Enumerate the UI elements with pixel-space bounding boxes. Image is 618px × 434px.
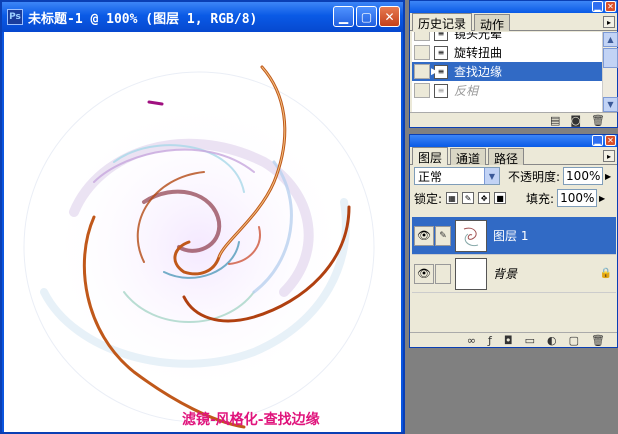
lock-transparent-icon[interactable]: ▦	[446, 192, 459, 204]
new-group-icon[interactable]: ▭	[525, 334, 535, 347]
history-state-arrow-icon: ▶	[431, 66, 438, 77]
blend-mode-select[interactable]: 正常 ▼	[414, 167, 500, 185]
history-step-icon: ≡	[434, 32, 448, 41]
history-source-checkbox[interactable]	[414, 32, 430, 41]
chevron-down-icon[interactable]: ▼	[484, 168, 499, 184]
layers-palette: ▁ ✕ 图层 通道 路径 ▸ 正常 ▼ 不透明度: 100% ▶ 锁定: ▦ ✎…	[409, 134, 618, 348]
new-layer-icon[interactable]: ▢	[569, 334, 579, 347]
snapshot-camera-icon[interactable]: ◙	[570, 114, 581, 127]
photoshop-icon: Ps	[7, 9, 23, 25]
fill-label: 填充:	[526, 191, 555, 206]
layer-thumbnail	[455, 219, 487, 252]
layers-footer: ∞ ƒ ◘ ▭ ◐ ▢ 🗑	[410, 332, 617, 347]
history-item[interactable]: ≡ 镜头光晕	[412, 32, 603, 43]
adjustment-layer-icon[interactable]: ◐	[547, 334, 557, 347]
document-window: Ps 未标题-1 @ 100% (图层 1, RGB/8) ▁ ▢ ✕ 滤镜-风…	[0, 0, 405, 434]
layer-name: 背景	[493, 267, 518, 281]
layers-tabs: 图层 通道 路径 ▸	[410, 147, 617, 166]
history-source-checkbox[interactable]	[414, 45, 430, 60]
document-title: 未标题-1 @ 100% (图层 1, RGB/8)	[28, 11, 258, 27]
layer-row-background[interactable]: 👁 背景 🔒	[412, 255, 616, 293]
layers-palette-header[interactable]: ▁ ✕	[410, 135, 617, 147]
swirl-artwork	[23, 65, 375, 429]
lock-label: 锁定:	[414, 191, 443, 206]
canvas[interactable]	[4, 32, 401, 432]
palette-minimize-button[interactable]: ▁	[592, 1, 603, 12]
history-palette: ▁ ✕ 历史记录 动作 ▸ ≡ 镜头光晕 ≡ 旋转扭曲 ▶ ≡ 查找边缘 ≡ 反…	[409, 0, 618, 128]
tab-paths[interactable]: 路径	[488, 148, 525, 166]
palette-close-button[interactable]: ✕	[605, 135, 616, 146]
minimize-button[interactable]: ▁	[333, 6, 354, 27]
history-source-checkbox[interactable]	[414, 64, 430, 79]
history-item[interactable]: ≡ 反相	[412, 81, 603, 100]
eye-icon[interactable]: 👁	[414, 263, 434, 284]
layer-name: 图层 1	[493, 229, 529, 243]
scroll-down-icon[interactable]: ▼	[603, 97, 618, 112]
history-scrollbar[interactable]: ▲ ▼	[602, 32, 618, 112]
trash-icon[interactable]: 🗑	[591, 114, 605, 127]
history-source-checkbox[interactable]	[414, 83, 430, 98]
lock-fill-row: 锁定: ▦ ✎ ✥ ■ 填充: 100% ▶	[410, 187, 617, 209]
layer-list: 👁 ✎ 图层 1 👁 背景 🔒	[412, 217, 616, 332]
link-layers-icon[interactable]: ∞	[467, 334, 476, 347]
lock-move-icon[interactable]: ✥	[478, 192, 491, 204]
history-item[interactable]: ≡ 旋转扭曲	[412, 43, 603, 62]
history-item-label: 旋转扭曲	[454, 46, 503, 60]
history-list: ≡ 镜头光晕 ≡ 旋转扭曲 ▶ ≡ 查找边缘 ≡ 反相	[412, 32, 603, 112]
scroll-thumb[interactable]	[603, 48, 618, 68]
opacity-label: 不透明度:	[508, 169, 561, 184]
opacity-slider-icon[interactable]: ▶	[603, 167, 613, 185]
palette-menu-icon[interactable]: ▸	[603, 16, 615, 28]
history-footer: ▤ ◙ 🗑	[410, 112, 617, 127]
layer-mask-icon[interactable]: ◘	[504, 334, 513, 347]
history-item-label: 反相	[454, 84, 479, 98]
history-step-icon: ≡	[434, 83, 448, 98]
fill-slider-icon[interactable]: ▶	[597, 189, 607, 207]
document-titlebar[interactable]: Ps 未标题-1 @ 100% (图层 1, RGB/8) ▁ ▢ ✕	[2, 2, 403, 32]
layer-thumbnail	[455, 257, 487, 290]
window-controls: ▁ ▢ ✕	[333, 6, 400, 27]
layer-row-layer1[interactable]: 👁 ✎ 图层 1	[412, 217, 616, 255]
blend-opacity-row: 正常 ▼ 不透明度: 100% ▶	[410, 165, 617, 187]
history-palette-header[interactable]: ▁ ✕	[410, 1, 617, 13]
history-step-icon: ≡	[434, 45, 448, 60]
palette-menu-icon[interactable]: ▸	[603, 150, 615, 162]
scroll-up-icon[interactable]: ▲	[603, 32, 618, 47]
layer-style-icon[interactable]: ƒ	[488, 334, 492, 347]
lock-icon: 🔒	[599, 268, 612, 279]
blend-mode-value: 正常	[418, 169, 443, 184]
brush-icon[interactable]: ✎	[435, 225, 451, 246]
opacity-input[interactable]: 100%	[563, 167, 604, 185]
history-tabs: 历史记录 动作 ▸	[410, 13, 617, 32]
tab-history[interactable]: 历史记录	[412, 13, 473, 31]
tab-actions[interactable]: 动作	[474, 14, 511, 32]
tab-layers[interactable]: 图层	[412, 147, 449, 165]
history-item-label: 查找边缘	[454, 65, 503, 79]
lock-brush-icon[interactable]: ✎	[462, 192, 475, 204]
swirl-thumbnail-icon	[463, 227, 479, 246]
link-box[interactable]	[435, 263, 451, 284]
maximize-button[interactable]: ▢	[356, 6, 377, 27]
history-item-selected[interactable]: ▶ ≡ 查找边缘	[412, 62, 603, 81]
palette-close-button[interactable]: ✕	[605, 1, 616, 12]
history-item-label: 镜头光晕	[454, 32, 503, 41]
trash-icon[interactable]: 🗑	[591, 334, 605, 347]
fill-input[interactable]: 100%	[557, 189, 598, 207]
eye-icon[interactable]: 👁	[414, 225, 434, 246]
palette-minimize-button[interactable]: ▁	[592, 135, 603, 146]
tab-channels[interactable]: 通道	[450, 148, 487, 166]
lock-all-icon[interactable]: ■	[494, 192, 507, 204]
caption-text: 滤镜-风格化-查找边缘	[182, 412, 320, 428]
close-button[interactable]: ✕	[379, 6, 400, 27]
new-document-icon[interactable]: ▤	[550, 114, 560, 127]
